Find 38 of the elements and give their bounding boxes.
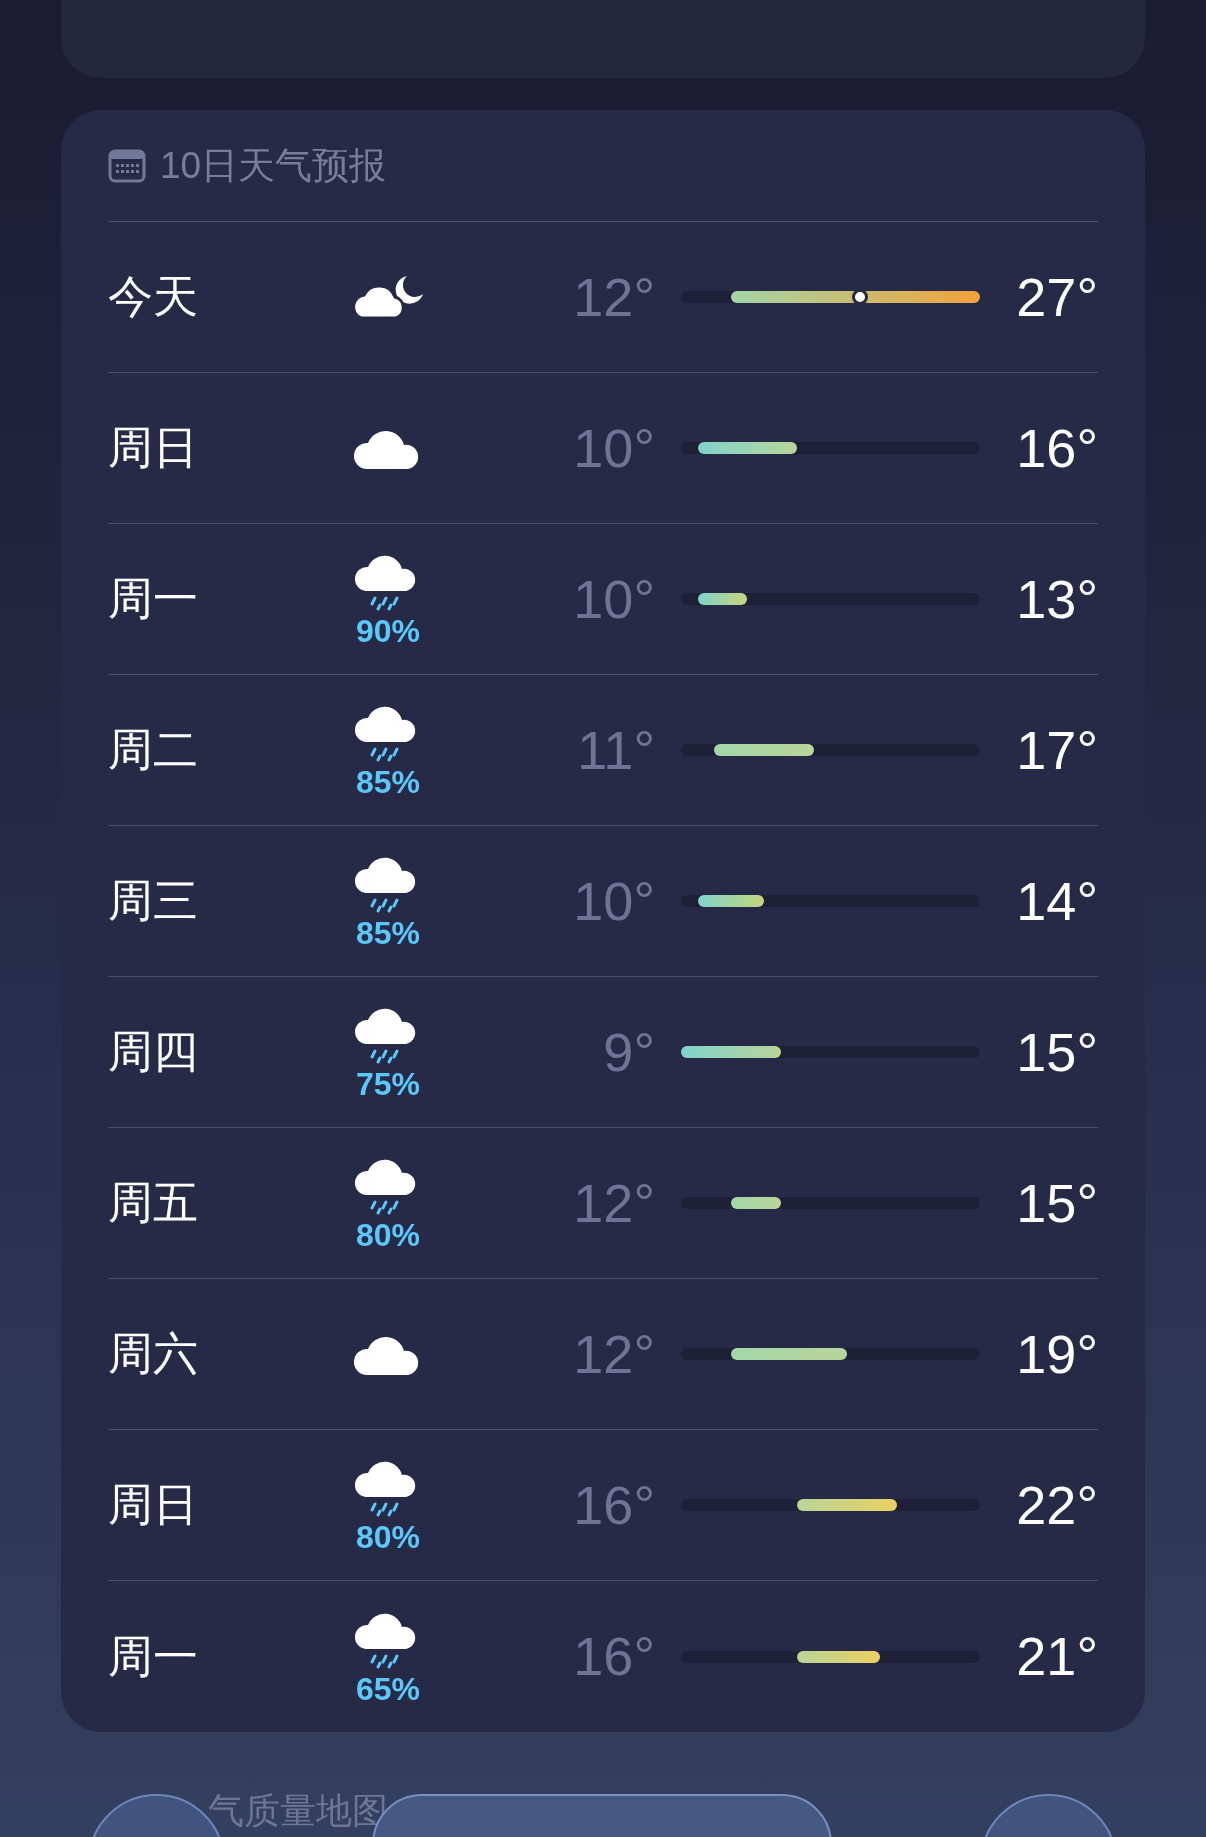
low-temperature: 16° <box>572 1473 655 1537</box>
day-label: 周四 <box>108 1025 199 1080</box>
low-temperature: 12° <box>572 265 655 329</box>
high-temperature: 19° <box>1015 1322 1098 1386</box>
low-temperature: 12° <box>572 1322 655 1386</box>
day-label: 周日 <box>108 421 199 476</box>
low-temperature: 12° <box>572 1171 655 1235</box>
day-label: 周六 <box>108 1327 199 1382</box>
precipitation-chance: 85% <box>355 766 420 798</box>
low-temperature: 9° <box>602 1020 655 1084</box>
day-label: 周一 <box>108 572 199 627</box>
precipitation-chance: 75% <box>355 1068 420 1100</box>
day-label: 周三 <box>108 874 199 929</box>
high-temperature: 22° <box>1015 1473 1098 1537</box>
day-label: 周二 <box>108 723 199 778</box>
precipitation-chance: 85% <box>355 917 420 949</box>
precipitation-chance: 80% <box>355 1219 420 1251</box>
low-temperature: 10° <box>572 869 655 933</box>
high-temperature: 15° <box>1015 1171 1098 1235</box>
day-label: 周一 <box>108 1629 199 1684</box>
high-temperature: 21° <box>1015 1625 1098 1688</box>
low-temperature: 11° <box>576 718 655 782</box>
high-temperature: 15° <box>1015 1020 1098 1084</box>
precipitation-chance: 80% <box>355 1521 420 1553</box>
low-temperature: 10° <box>572 416 655 480</box>
high-temperature: 27° <box>1015 265 1098 329</box>
high-temperature: 14° <box>1015 869 1098 933</box>
precipitation-chance: 65% <box>355 1672 420 1705</box>
high-temperature: 17° <box>1015 718 1098 782</box>
section-title: 10日天气预报 <box>160 143 387 188</box>
high-temperature: 13° <box>1015 567 1098 631</box>
low-temperature: 10° <box>572 567 655 631</box>
day-label: 周五 <box>108 1176 199 1231</box>
low-temperature: 16° <box>572 1625 655 1688</box>
precipitation-chance: 90% <box>355 615 420 647</box>
day-label: 今天 <box>108 270 199 325</box>
day-label: 周日 <box>108 1478 199 1533</box>
high-temperature: 16° <box>1015 416 1098 480</box>
